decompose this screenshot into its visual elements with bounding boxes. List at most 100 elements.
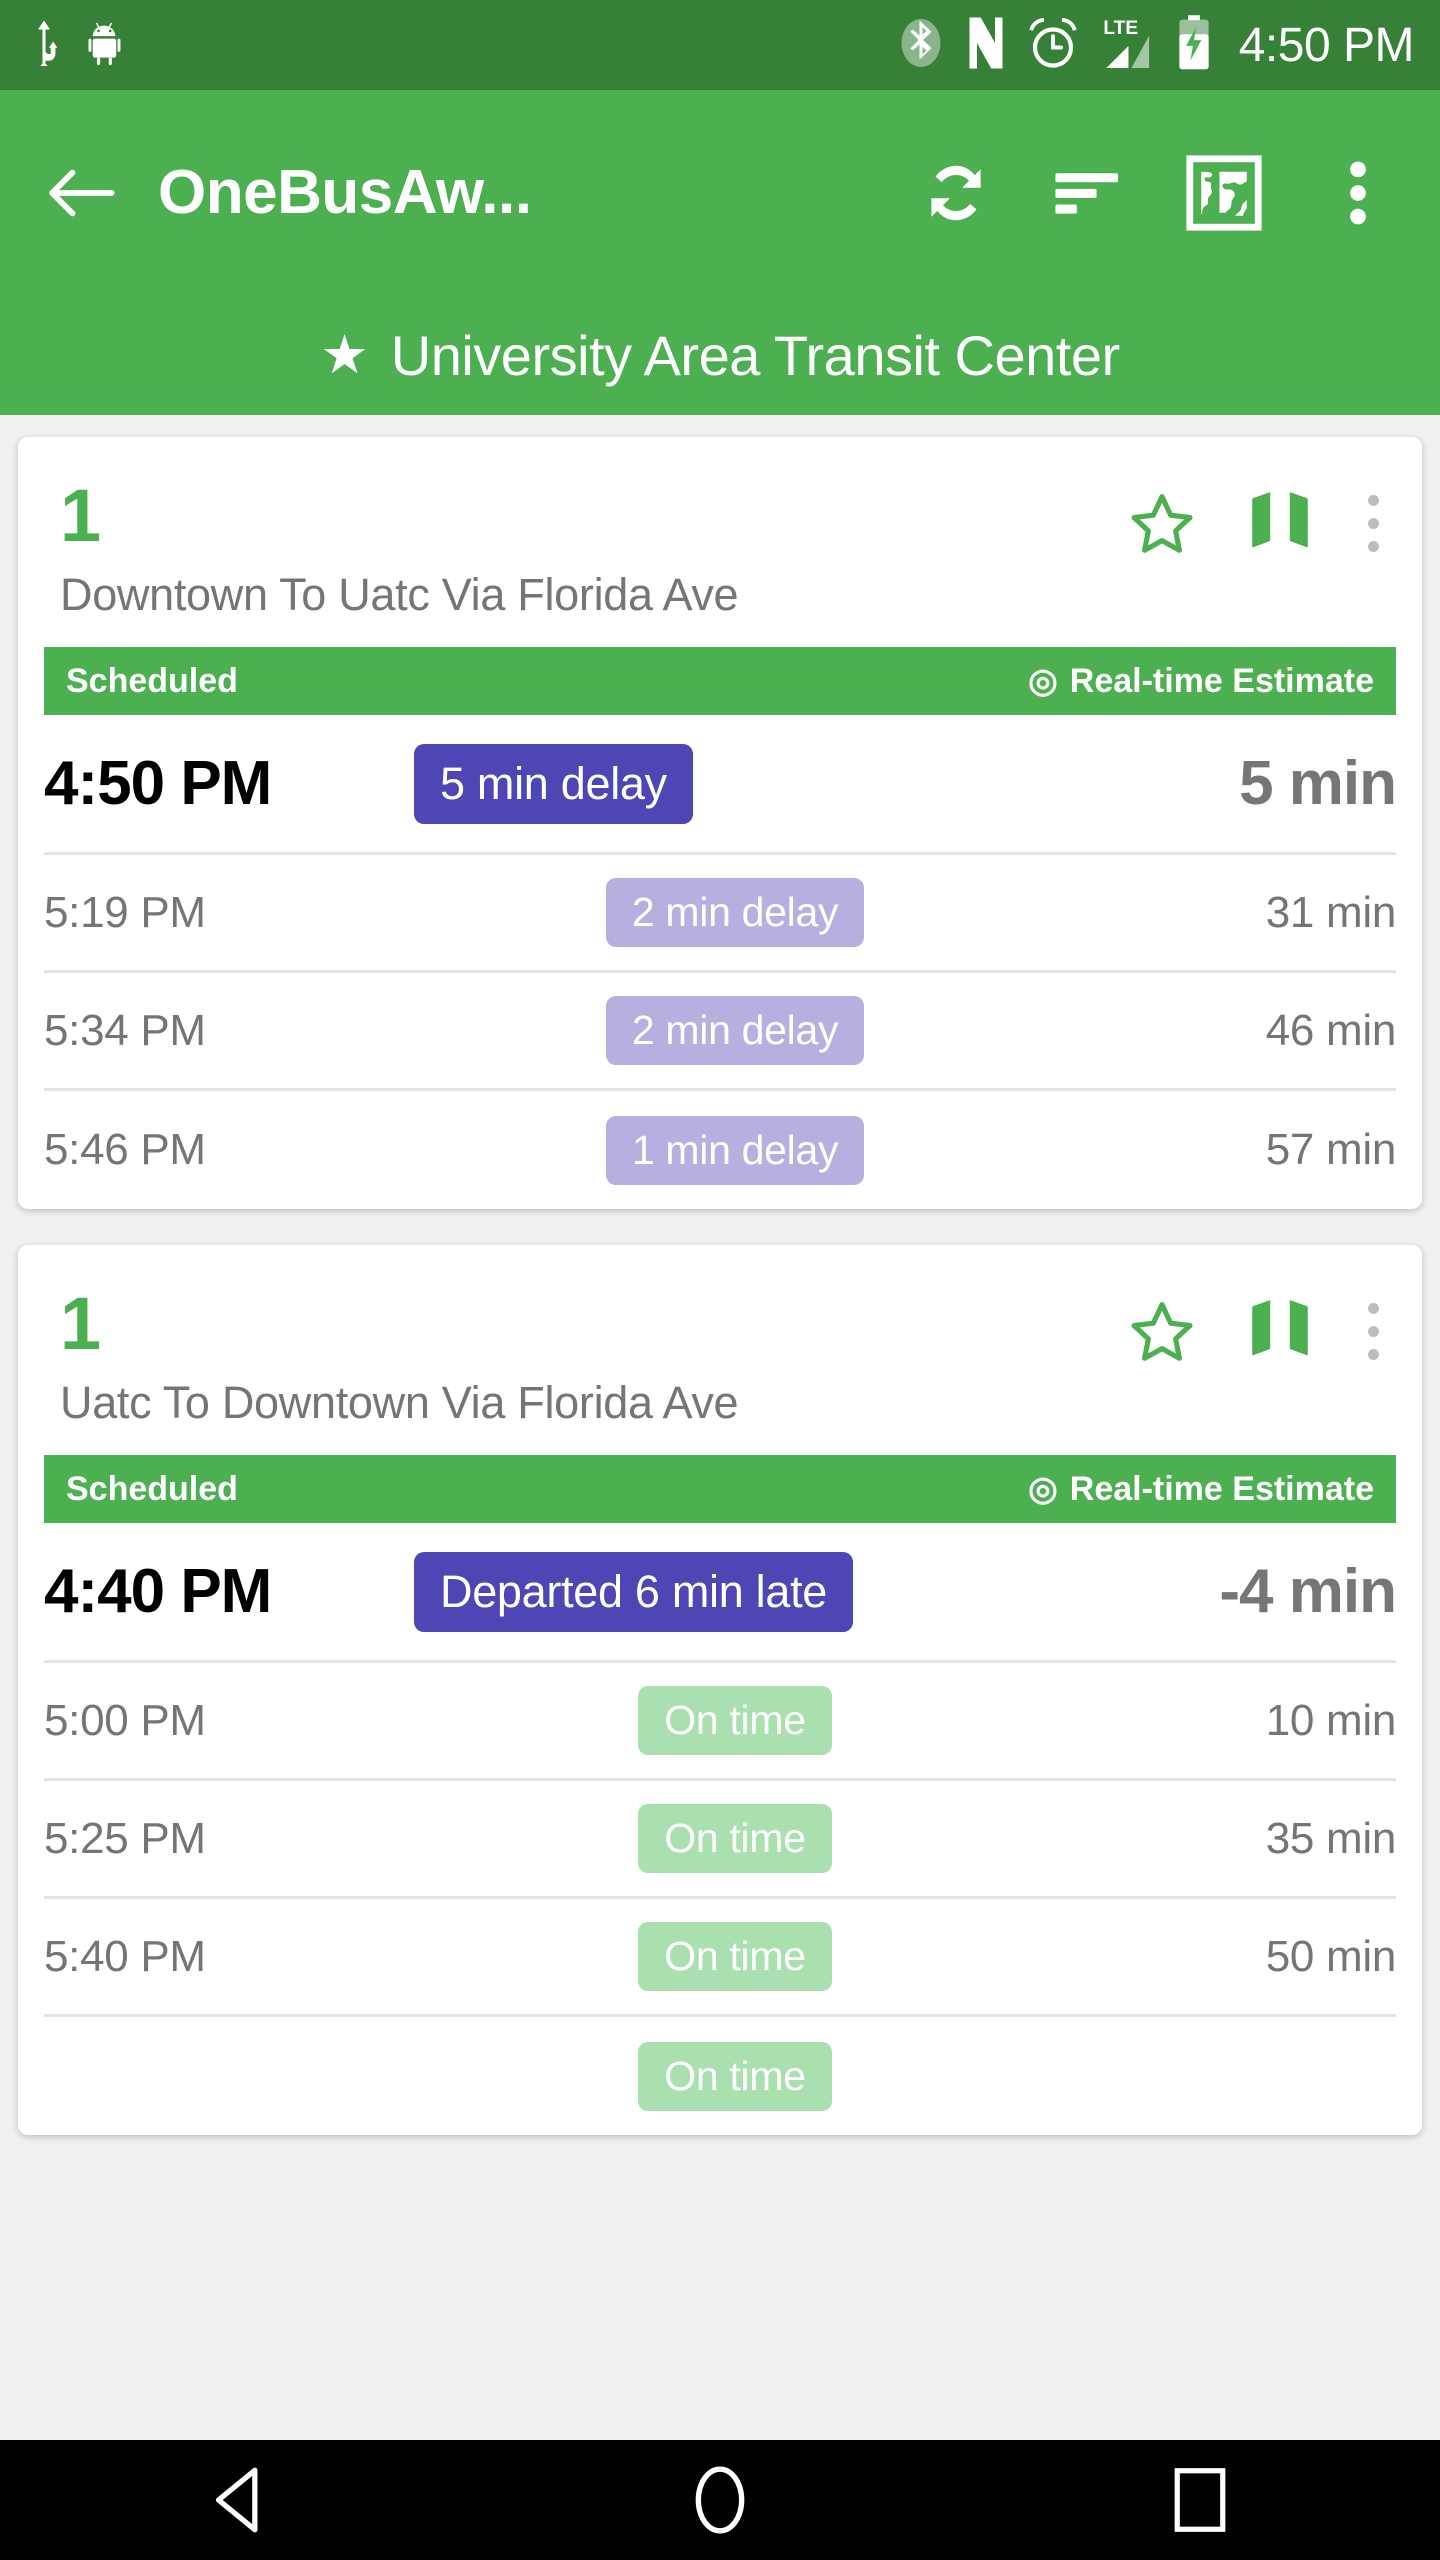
arrival-time: 5:00 PM — [44, 1695, 206, 1745]
arrival-eta: 5 min — [1239, 749, 1397, 818]
arrival-eta: 57 min — [1265, 1125, 1397, 1174]
arrival-row[interactable]: 5:25 PM On time 35 min — [44, 1781, 1396, 1899]
back-arrow-icon[interactable] — [44, 156, 118, 230]
status-bar-right-icons: LTE 4:50 PM — [897, 14, 1415, 76]
lte-signal-icon: LTE — [1099, 15, 1155, 76]
route-card[interactable]: 1 — [18, 1245, 1422, 2135]
arrival-status-cell: On time — [374, 1922, 1096, 1991]
realtime-label-group: ◎ Real-time Estimate — [1028, 1469, 1374, 1509]
route-map-icon[interactable] — [1248, 1299, 1312, 1363]
star-outline-icon[interactable] — [1130, 1299, 1194, 1363]
arrival-eta: 50 min — [1265, 1931, 1397, 1981]
arrival-eta: -4 min — [1219, 1557, 1397, 1626]
route-card-header: 1 — [18, 1245, 1422, 1377]
arrival-time: 4:50 PM — [44, 749, 272, 818]
refresh-icon[interactable] — [918, 155, 994, 231]
arrival-time: 4:40 PM — [44, 1557, 272, 1626]
arrivals-column-header: Scheduled ◎ Real-time Estimate — [44, 1455, 1396, 1523]
route-card-actions — [1130, 1291, 1380, 1363]
arrival-time: 5:25 PM — [44, 1813, 206, 1863]
status-badge: On time — [638, 1686, 832, 1755]
arrival-row[interactable]: 5:00 PM On time 10 min — [44, 1663, 1396, 1781]
realtime-target-icon: ◎ — [1028, 1470, 1058, 1508]
status-badge: 2 min delay — [605, 996, 865, 1065]
arrival-status-cell: On time — [374, 1804, 1096, 1873]
usb-icon — [26, 20, 62, 71]
stop-header[interactable]: ★ University Area Transit Center — [0, 295, 1440, 415]
alarm-icon — [1027, 16, 1079, 75]
android-debug-icon — [88, 21, 130, 70]
nav-home-icon[interactable] — [645, 2440, 795, 2560]
realtime-label: Real-time Estimate — [1069, 661, 1374, 700]
route-destination: Downtown To Uatc Via Florida Ave — [60, 569, 739, 620]
arrival-status-cell: On time — [374, 2041, 1096, 2111]
status-bar: LTE 4:50 PM — [0, 0, 1440, 90]
nav-back-icon[interactable] — [165, 2440, 315, 2560]
arrival-status-cell: 5 min delay — [374, 743, 1096, 824]
arrival-eta: 31 min — [1265, 887, 1397, 937]
status-badge: 5 min delay — [414, 743, 693, 824]
nav-recents-icon[interactable] — [1125, 2440, 1275, 2560]
arrival-row[interactable]: On time — [44, 2017, 1396, 2135]
arrival-status-cell: On time — [374, 1686, 1096, 1755]
status-badge: On time — [638, 2041, 832, 2111]
arrival-rows: 4:40 PM Departed 6 min late -4 min 5:00 … — [18, 1523, 1422, 2135]
arrivals-column-header: Scheduled ◎ Real-time Estimate — [44, 647, 1396, 715]
scheduled-label: Scheduled — [66, 1469, 238, 1508]
status-badge: Departed 6 min late — [414, 1551, 854, 1632]
status-badge: 2 min delay — [605, 878, 865, 947]
arrival-status-cell: Departed 6 min late — [374, 1551, 1096, 1632]
arrival-eta: 35 min — [1265, 1813, 1397, 1863]
arrival-time: 5:46 PM — [44, 1125, 206, 1174]
arrival-status-cell: 1 min delay — [374, 1115, 1096, 1185]
status-bar-left-icons — [26, 20, 130, 71]
overflow-menu-icon[interactable] — [1320, 155, 1396, 231]
star-outline-icon[interactable] — [1130, 491, 1194, 555]
arrival-eta: 46 min — [1265, 1005, 1397, 1055]
arrival-row[interactable]: 5:34 PM 2 min delay 46 min — [44, 973, 1396, 1091]
realtime-target-icon: ◎ — [1028, 662, 1058, 700]
status-bar-clock: 4:50 PM — [1238, 18, 1415, 72]
arrival-row[interactable]: 5:19 PM 2 min delay 31 min — [44, 855, 1396, 973]
app-title: OneBusAw... — [158, 158, 532, 227]
arrival-time: 5:34 PM — [44, 1005, 206, 1055]
arrival-row[interactable]: 4:40 PM Departed 6 min late -4 min — [44, 1523, 1397, 1663]
arrival-rows: 4:50 PM 5 min delay 5 min 5:19 PM 2 min … — [18, 715, 1422, 1209]
sort-icon[interactable] — [1052, 155, 1128, 231]
stop-name: University Area Transit Center — [390, 323, 1120, 387]
app-bar: OneBusAw... — [0, 90, 1440, 295]
arrival-row[interactable]: 4:50 PM 5 min delay 5 min — [44, 715, 1397, 855]
route-card[interactable]: 1 — [18, 437, 1422, 1209]
route-destination: Uatc To Downtown Via Florida Ave — [60, 1377, 739, 1428]
nfc-icon — [965, 16, 1007, 75]
star-filled-icon: ★ — [320, 325, 369, 385]
battery-charging-icon — [1175, 14, 1213, 76]
arrival-row[interactable]: 5:40 PM On time 50 min — [44, 1899, 1396, 2017]
overflow-menu-icon[interactable] — [1366, 1302, 1380, 1360]
android-nav-bar — [0, 2440, 1440, 2560]
bluetooth-icon — [897, 16, 945, 75]
phone-screen: LTE 4:50 PM OneBusAw... ★ University Are… — [0, 0, 1440, 2560]
route-number: 1 — [60, 474, 102, 557]
realtime-label-group: ◎ Real-time Estimate — [1028, 661, 1374, 701]
status-badge: 1 min delay — [605, 1115, 865, 1185]
status-badge: On time — [638, 1922, 832, 1991]
app-bar-actions — [918, 154, 1396, 231]
realtime-label: Real-time Estimate — [1069, 1469, 1374, 1508]
arrival-time: 5:19 PM — [44, 887, 206, 937]
status-badge: On time — [638, 1804, 832, 1873]
route-map-icon[interactable] — [1248, 491, 1312, 555]
arrivals-list[interactable]: 1 Downtown To Uatc Via Florida Ave Sched… — [0, 415, 1440, 2440]
route-card-header: 1 — [18, 437, 1422, 569]
svg-text:LTE: LTE — [1103, 18, 1138, 39]
map-globe-icon[interactable] — [1186, 154, 1262, 231]
arrival-time: 5:40 PM — [44, 1931, 206, 1981]
route-card-actions — [1130, 483, 1380, 555]
overflow-menu-icon[interactable] — [1366, 494, 1380, 552]
route-number: 1 — [60, 1282, 102, 1365]
arrival-row[interactable]: 5:46 PM 1 min delay 57 min — [44, 1091, 1396, 1209]
arrival-status-cell: 2 min delay — [374, 996, 1096, 1065]
arrival-status-cell: 2 min delay — [374, 878, 1096, 947]
scheduled-label: Scheduled — [66, 661, 238, 700]
arrival-eta: 10 min — [1265, 1695, 1397, 1745]
